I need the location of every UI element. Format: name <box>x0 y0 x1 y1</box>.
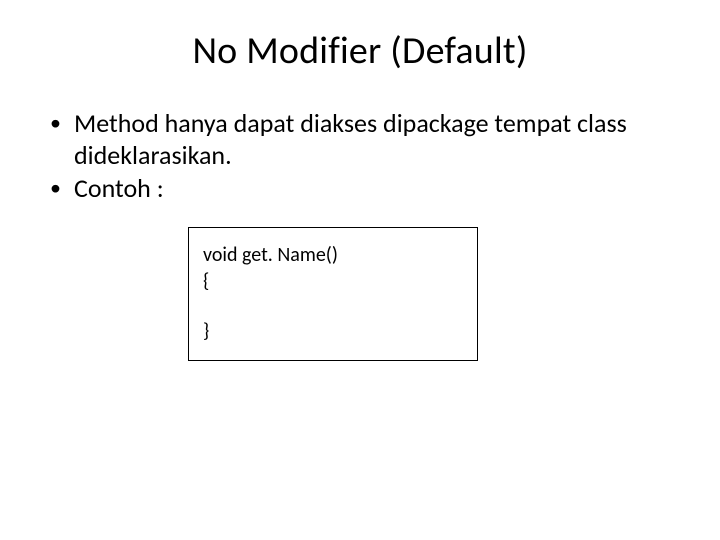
bullet-text: Method hanya dapat diakses dipackage tem… <box>74 107 627 171</box>
code-line: { <box>203 268 463 294</box>
code-blank-line <box>203 294 463 318</box>
slide: No Modifier (Default) Method hanya dapat… <box>0 0 720 540</box>
bullet-item: Method hanya dapat diakses dipackage tem… <box>50 108 672 171</box>
bullet-list: Method hanya dapat diakses dipackage tem… <box>50 108 672 205</box>
code-example-box: void get. Name() { } <box>188 227 478 361</box>
bullet-text: Contoh : <box>74 172 164 204</box>
code-line: } <box>203 318 463 344</box>
code-line: void get. Name() <box>203 242 463 268</box>
bullet-item: Contoh : <box>50 173 672 205</box>
slide-title: No Modifier (Default) <box>48 28 672 74</box>
